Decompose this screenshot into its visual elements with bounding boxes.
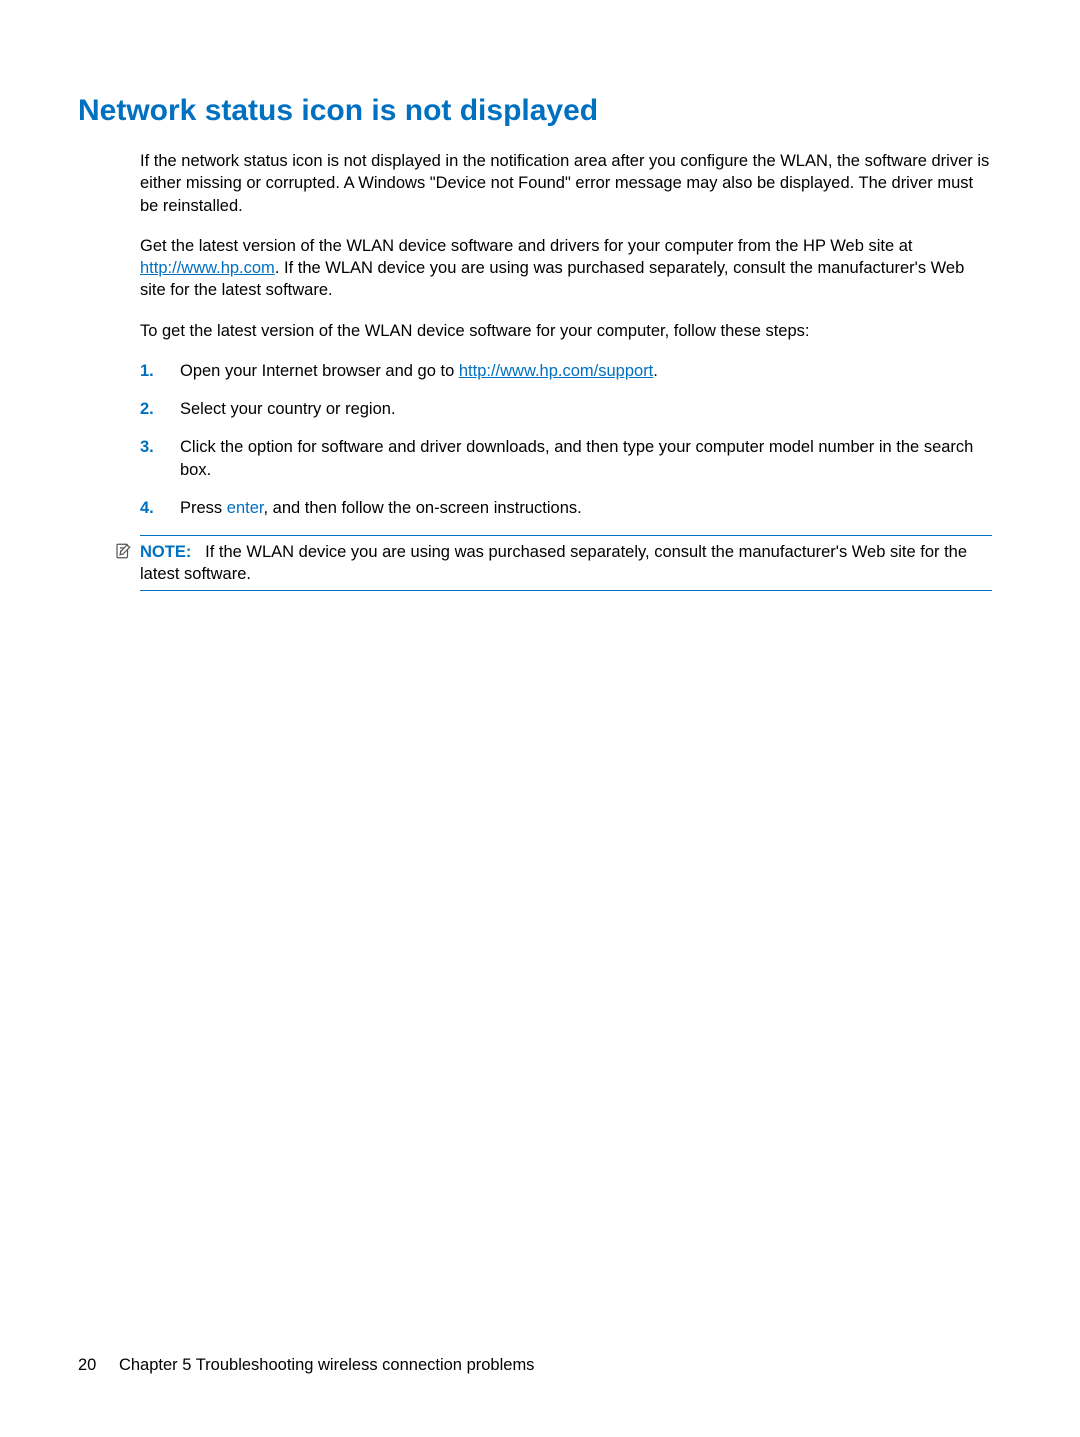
intro-paragraph-1: If the network status icon is not displa… (140, 150, 992, 217)
note-icon (114, 541, 140, 565)
step-3: 3. Click the option for software and dri… (140, 436, 992, 481)
page-heading: Network status icon is not displayed (78, 94, 1002, 128)
step-1: 1. Open your Internet browser and go to … (140, 360, 992, 382)
step4-pre: Press (180, 499, 227, 517)
step-number: 1. (140, 360, 180, 382)
page-number: 20 (78, 1356, 96, 1374)
step4-post: , and then follow the on-screen instruct… (263, 499, 581, 517)
step1-post: . (653, 362, 658, 380)
para2-pre: Get the latest version of the WLAN devic… (140, 237, 912, 255)
note-label: NOTE: (140, 543, 191, 561)
step-number: 2. (140, 398, 180, 420)
enter-key: enter (227, 499, 264, 517)
step-4: 4. Press enter, and then follow the on-s… (140, 497, 992, 519)
hp-home-link[interactable]: http://www.hp.com (140, 259, 275, 277)
step-number: 3. (140, 436, 180, 458)
step-text: Select your country or region. (180, 398, 992, 420)
steps-list: 1. Open your Internet browser and go to … (140, 360, 992, 519)
body-content: If the network status icon is not displa… (140, 150, 992, 519)
step-number: 4. (140, 497, 180, 519)
note-body: If the WLAN device you are using was pur… (140, 543, 967, 583)
step-text: Open your Internet browser and go to htt… (180, 360, 992, 382)
note-text: NOTE: If the WLAN device you are using w… (140, 541, 992, 586)
page-footer: 20 Chapter 5 Troubleshooting wireless co… (78, 1356, 534, 1375)
step1-pre: Open your Internet browser and go to (180, 362, 459, 380)
hp-support-link[interactable]: http://www.hp.com/support (459, 362, 653, 380)
note-rule-bottom (140, 590, 992, 591)
step-2: 2. Select your country or region. (140, 398, 992, 420)
note-block: NOTE: If the WLAN device you are using w… (114, 535, 992, 591)
intro-paragraph-2: Get the latest version of the WLAN devic… (140, 235, 992, 302)
chapter-title: Chapter 5 Troubleshooting wireless conne… (119, 1356, 534, 1374)
step-text: Click the option for software and driver… (180, 436, 992, 481)
intro-paragraph-3: To get the latest version of the WLAN de… (140, 320, 992, 342)
step-text: Press enter, and then follow the on-scre… (180, 497, 992, 519)
